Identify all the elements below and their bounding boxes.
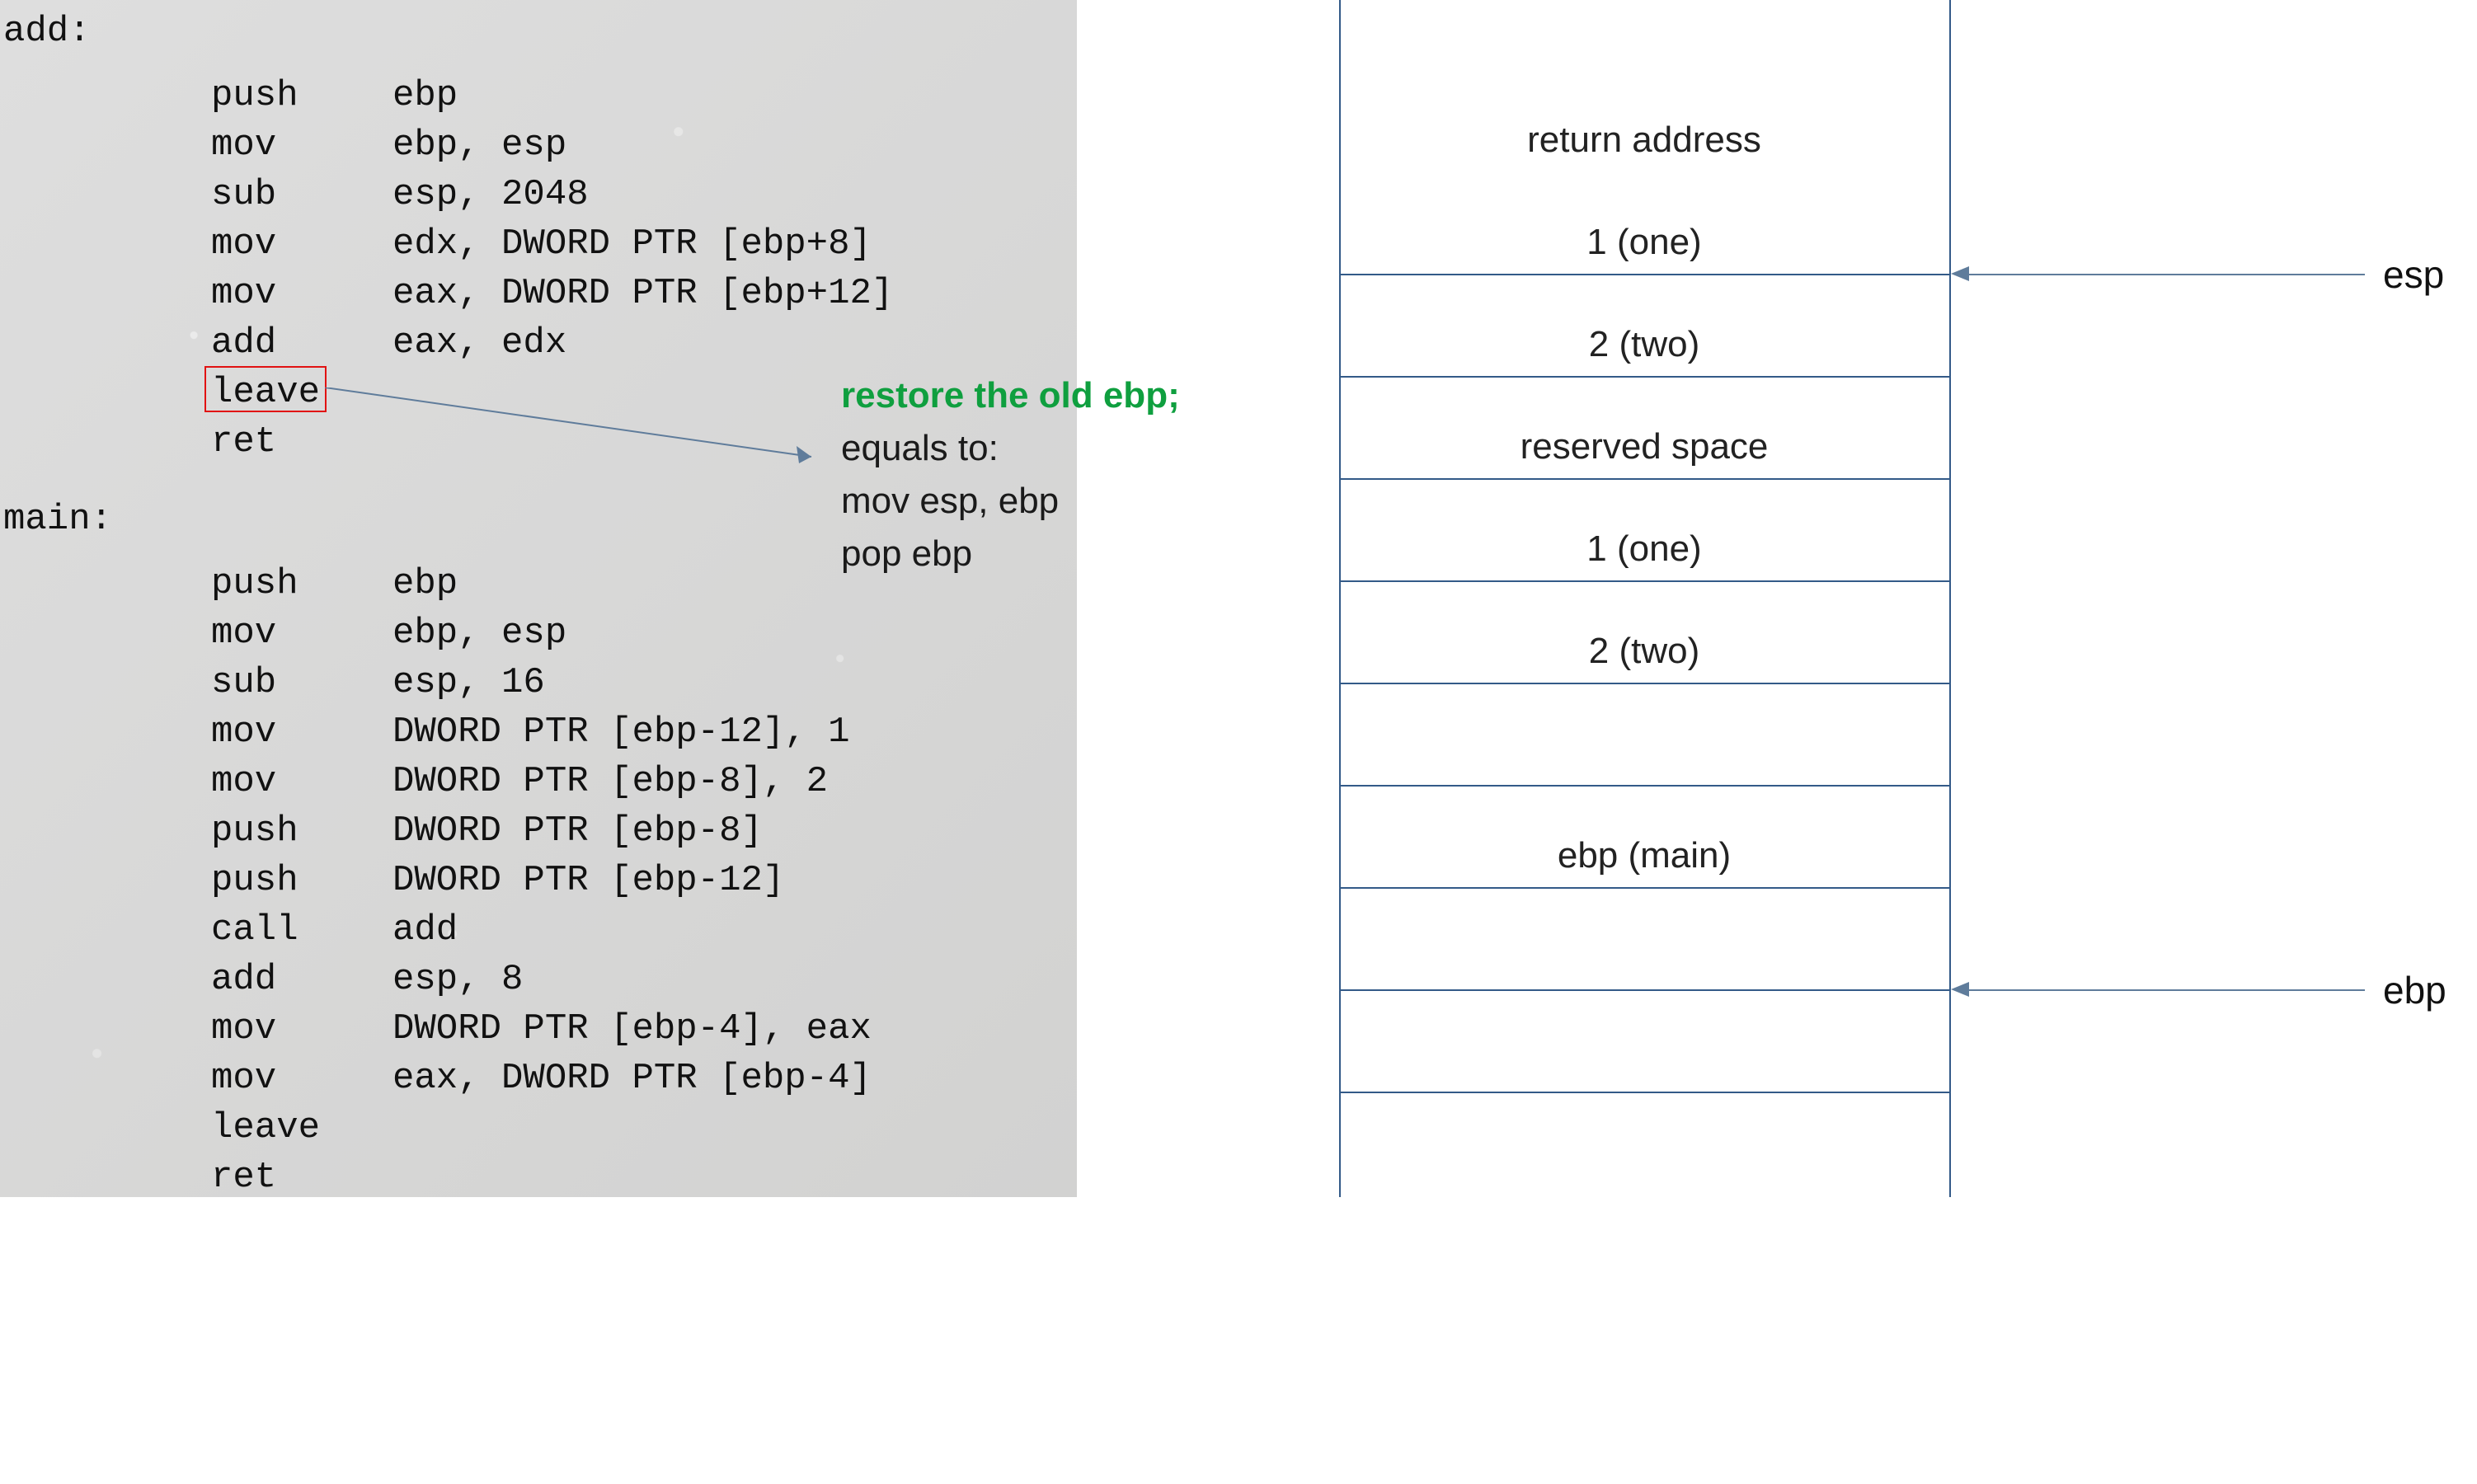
stack-divider [1339, 478, 1949, 480]
assembly-code-panel: add: push ebp mov ebp, esp sub esp, 2048 mo… [0, 0, 1077, 1197]
stack-cell [1339, 0, 1949, 89]
asm-ins: mov [211, 707, 276, 757]
asm-ins: sub [211, 658, 276, 707]
asm-ins: add [211, 955, 276, 1004]
asm-op: DWORD PTR [ebp-8], 2 [392, 757, 828, 806]
asm-ins: push [211, 806, 298, 856]
asm-ins: mov [211, 1054, 276, 1103]
asm-ins: sub [211, 170, 276, 219]
stack-cell: 2 (two) [1339, 600, 1949, 702]
asm-op: ebp [392, 71, 458, 120]
ebp-arrow-line [1969, 989, 2365, 991]
asm-ins: add [211, 318, 276, 368]
asm-ins: mov [211, 757, 276, 806]
asm-op: ebp [392, 559, 458, 608]
stack-cell: reserved space [1339, 396, 1949, 498]
label-main: main: [3, 495, 112, 544]
asm-op: eax, DWORD PTR [ebp+12] [392, 269, 893, 318]
asm-op: esp, 16 [392, 658, 545, 707]
asm-ins: push [211, 559, 298, 608]
asm-ins: mov [211, 219, 276, 269]
stack-right-border [1949, 0, 1951, 1197]
stack-divider [1339, 989, 1949, 991]
stack-cell: 1 (one) [1339, 498, 1949, 600]
asm-op: ebp, esp [392, 608, 566, 658]
asm-op: esp, 8 [392, 955, 523, 1004]
asm-op: DWORD PTR [ebp-12] [392, 856, 784, 905]
asm-op: DWORD PTR [ebp-12], 1 [392, 707, 850, 757]
diagram-root: add: push ebp mov ebp, esp sub esp, 2048 mo… [0, 0, 2477, 1197]
asm-op: eax, edx [392, 318, 566, 368]
asm-op: add [392, 905, 458, 955]
stack-cell: ebp (main) [1339, 805, 1949, 907]
stack-cell: 2 (two) [1339, 294, 1949, 396]
stack-divider [1339, 683, 1949, 684]
asm-ins: call [211, 905, 298, 955]
annotation-line4: pop ebp [841, 528, 1180, 580]
esp-label: esp [2383, 252, 2444, 297]
stack-divider [1339, 887, 1949, 889]
asm-ins: push [211, 71, 298, 120]
stack-cell: 1 (one) [1339, 191, 1949, 294]
highlight-box-leave [204, 366, 327, 412]
stack-cell: return address [1339, 89, 1949, 191]
stack-divider [1339, 274, 1949, 275]
label-add: add: [3, 7, 91, 56]
asm-op: esp, 2048 [392, 170, 589, 219]
asm-ins: leave [211, 1103, 320, 1153]
asm-ins: mov [211, 608, 276, 658]
annotation-arrow [325, 387, 836, 486]
annotation-line2: equals to: [841, 422, 1180, 475]
stack-divider [1339, 376, 1949, 378]
annotation-line1: restore the old ebp; [841, 369, 1180, 422]
stack-cell [1339, 702, 1949, 805]
asm-ins: mov [211, 120, 276, 170]
annotation-block: restore the old ebp; equals to: mov esp,… [841, 369, 1180, 580]
asm-ins: ret [211, 417, 276, 467]
asm-ins: push [211, 856, 298, 905]
stack-divider [1339, 1092, 1949, 1093]
ebp-arrow-head [1951, 982, 1969, 997]
esp-arrow-head [1951, 266, 1969, 281]
annotation-line3: mov esp, ebp [841, 475, 1180, 528]
esp-arrow-line [1969, 274, 2365, 275]
asm-op: edx, DWORD PTR [ebp+8] [392, 219, 872, 269]
asm-ins: ret [211, 1153, 276, 1202]
asm-op: eax, DWORD PTR [ebp-4] [392, 1054, 872, 1103]
asm-op: DWORD PTR [ebp-4], eax [392, 1004, 872, 1054]
ebp-label: ebp [2383, 968, 2446, 1012]
asm-op: ebp, esp [392, 120, 566, 170]
stack-divider [1339, 785, 1949, 787]
stack-divider [1339, 580, 1949, 582]
asm-ins: mov [211, 269, 276, 318]
stack-cell [1339, 907, 1949, 1009]
asm-op: DWORD PTR [ebp-8] [392, 806, 763, 856]
asm-ins: mov [211, 1004, 276, 1054]
stack-column: return address 1 (one) 2 (two) reserved … [1339, 0, 1949, 1009]
